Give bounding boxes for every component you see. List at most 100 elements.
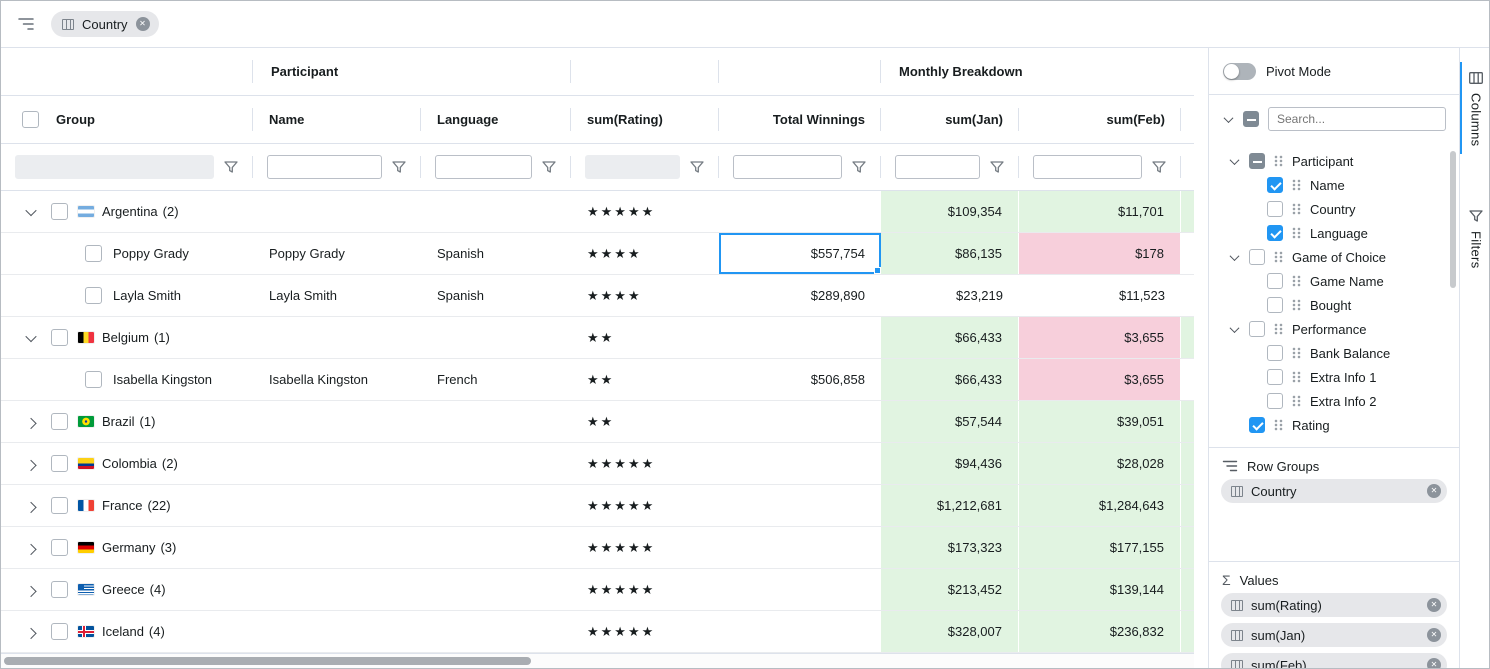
rating-filter-input[interactable] (585, 155, 680, 179)
language-filter-input[interactable] (435, 155, 532, 179)
group-filter-input[interactable] (15, 155, 214, 179)
select-all-columns-checkbox[interactable] (1243, 111, 1259, 127)
columns-search-input[interactable] (1268, 107, 1446, 131)
column-visibility-checkbox[interactable] (1267, 225, 1283, 241)
column-header-language[interactable]: Language (421, 96, 571, 143)
feb-filter-input[interactable] (1033, 155, 1142, 179)
total-winnings-cell[interactable] (719, 611, 881, 652)
row-select-checkbox[interactable] (51, 623, 68, 640)
remove-icon[interactable]: ✕ (1427, 598, 1441, 612)
expand-chevron-icon[interactable] (23, 540, 39, 556)
winnings-filter-input[interactable] (733, 155, 842, 179)
filter-icon[interactable] (223, 159, 239, 175)
column-tree-item-game-name[interactable]: Game Name (1209, 269, 1459, 293)
column-visibility-checkbox[interactable] (1267, 201, 1283, 217)
column-visibility-checkbox[interactable] (1267, 297, 1283, 313)
column-tree-item-country[interactable]: Country (1209, 197, 1459, 221)
select-all-checkbox[interactable] (22, 111, 39, 128)
row-select-checkbox[interactable] (51, 581, 68, 598)
total-winnings-cell[interactable] (719, 527, 881, 568)
row-select-checkbox[interactable] (51, 539, 68, 556)
row-select-checkbox[interactable] (51, 413, 68, 430)
column-visibility-checkbox[interactable] (1267, 369, 1283, 385)
row-select-checkbox[interactable] (85, 371, 102, 388)
row-select-checkbox[interactable] (85, 287, 102, 304)
horizontal-scrollbar-thumb[interactable] (4, 657, 531, 665)
column-tree-item-bank-balance[interactable]: Bank Balance (1209, 341, 1459, 365)
collapse-chevron-icon[interactable] (1228, 254, 1240, 261)
total-winnings-cell[interactable]: $506,858 (719, 359, 881, 400)
column-visibility-checkbox[interactable] (1249, 417, 1265, 433)
column-visibility-checkbox[interactable] (1267, 273, 1283, 289)
remove-icon[interactable]: ✕ (1427, 628, 1441, 642)
jan-filter-input[interactable] (895, 155, 980, 179)
column-header-sum-rating[interactable]: sum(Rating) (571, 96, 719, 143)
column-tree-item-extra-info-2[interactable]: Extra Info 2 (1209, 389, 1459, 413)
row-select-checkbox[interactable] (51, 329, 68, 346)
column-tree-item-name[interactable]: Name (1209, 173, 1459, 197)
column-tree-item-participant[interactable]: Participant (1209, 149, 1459, 173)
column-tree-item-performance[interactable]: Performance (1209, 317, 1459, 341)
column-tree-item-bought[interactable]: Bought (1209, 293, 1459, 317)
column-tree-item-game-of-choice[interactable]: Game of Choice (1209, 245, 1459, 269)
column-tree-item-language[interactable]: Language (1209, 221, 1459, 245)
total-winnings-cell[interactable]: $289,890 (719, 275, 881, 316)
expand-chevron-icon[interactable] (23, 456, 39, 472)
total-winnings-cell[interactable] (719, 317, 881, 358)
column-visibility-checkbox[interactable] (1267, 345, 1283, 361)
expand-chevron-icon[interactable] (23, 624, 39, 640)
column-tree-item-extra-info-1[interactable]: Extra Info 1 (1209, 365, 1459, 389)
panel-chip-sum-jan-[interactable]: sum(Jan)✕ (1221, 623, 1447, 647)
column-visibility-checkbox[interactable] (1249, 153, 1265, 169)
remove-icon[interactable]: ✕ (1427, 658, 1441, 669)
remove-icon[interactable]: ✕ (1427, 484, 1441, 498)
filter-icon[interactable] (541, 159, 557, 175)
collapse-chevron-icon[interactable] (1228, 326, 1240, 333)
total-winnings-cell[interactable] (719, 443, 881, 484)
filter-icon[interactable] (1151, 159, 1167, 175)
column-visibility-checkbox[interactable] (1267, 393, 1283, 409)
collapse-chevron-icon[interactable] (23, 204, 39, 220)
total-winnings-cell[interactable] (719, 485, 881, 526)
column-visibility-checkbox[interactable] (1267, 177, 1283, 193)
column-tree-item-rating[interactable]: Rating (1209, 413, 1459, 437)
column-header-sum-feb[interactable]: sum(Feb) (1019, 96, 1181, 143)
fill-handle[interactable] (874, 267, 881, 274)
header-group-monthly-breakdown[interactable]: Monthly Breakdown (881, 48, 1194, 95)
column-header-total-winnings[interactable]: Total Winnings (719, 96, 881, 143)
header-group-participant[interactable]: Participant (253, 48, 571, 95)
column-header-name[interactable]: Name (253, 96, 421, 143)
total-winnings-cell[interactable]: $557,754 (719, 233, 881, 274)
row-select-checkbox[interactable] (85, 245, 102, 262)
column-visibility-checkbox[interactable] (1249, 249, 1265, 265)
expand-chevron-icon[interactable] (23, 498, 39, 514)
row-select-checkbox[interactable] (51, 497, 68, 514)
expand-chevron-icon[interactable] (23, 414, 39, 430)
collapse-all-chevron-icon[interactable] (1222, 116, 1234, 123)
tab-columns[interactable]: Columns (1460, 62, 1490, 154)
column-header-group[interactable]: Group (1, 96, 253, 143)
row-select-checkbox[interactable] (51, 203, 68, 220)
column-header-sum-jan[interactable]: sum(Jan) (881, 96, 1019, 143)
group-chip-country[interactable]: Country ✕ (51, 11, 159, 37)
column-visibility-checkbox[interactable] (1249, 321, 1265, 337)
expand-chevron-icon[interactable] (23, 582, 39, 598)
horizontal-scrollbar[interactable] (1, 653, 1194, 668)
total-winnings-cell[interactable] (719, 569, 881, 610)
panel-chip-sum-feb-[interactable]: sum(Feb)✕ (1221, 653, 1447, 669)
filter-icon[interactable] (851, 159, 867, 175)
tree-scrollbar-thumb[interactable] (1450, 151, 1456, 288)
total-winnings-cell[interactable] (719, 401, 881, 442)
row-select-checkbox[interactable] (51, 455, 68, 472)
panel-chip-sum-rating-[interactable]: sum(Rating)✕ (1221, 593, 1447, 617)
filter-icon[interactable] (989, 159, 1005, 175)
filter-icon[interactable] (689, 159, 705, 175)
collapse-chevron-icon[interactable] (23, 330, 39, 346)
name-filter-input[interactable] (267, 155, 382, 179)
total-winnings-cell[interactable] (719, 191, 881, 232)
filter-icon[interactable] (391, 159, 407, 175)
tab-filters[interactable]: Filters (1460, 200, 1490, 277)
collapse-chevron-icon[interactable] (1228, 158, 1240, 165)
panel-chip-country[interactable]: Country✕ (1221, 479, 1447, 503)
pivot-mode-toggle[interactable] (1223, 63, 1256, 80)
